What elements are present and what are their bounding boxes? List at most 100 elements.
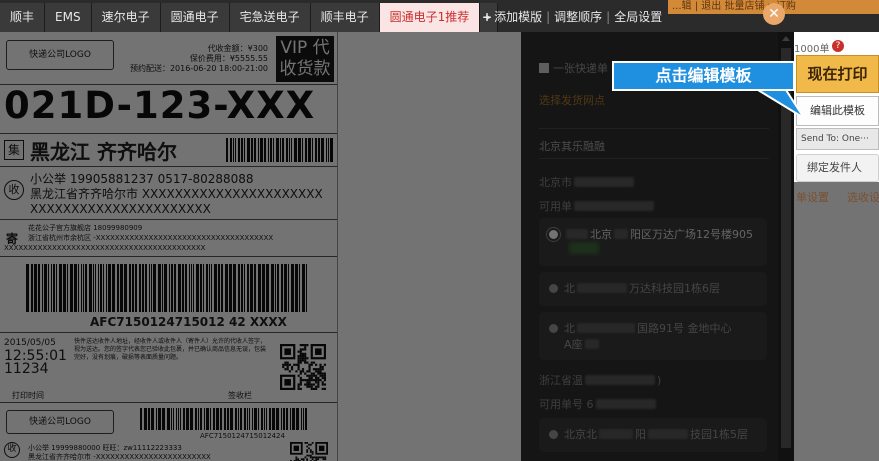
barcode-bar — [233, 264, 236, 312]
barcode-bar — [145, 264, 147, 312]
send-to-dropdown[interactable]: Send To: One··· — [796, 128, 879, 150]
single-waybill-checkbox[interactable]: 一张快递单 — [539, 60, 608, 76]
reorder-link[interactable]: 调整顺序 — [554, 10, 602, 24]
divider — [0, 256, 337, 257]
divider — [0, 166, 337, 167]
barcode-bar — [301, 408, 302, 430]
barcode-bar — [42, 264, 43, 312]
receive-settings-link[interactable]: 选收设置 — [847, 191, 879, 204]
barcode-bar — [291, 264, 294, 312]
barcode-bar — [167, 408, 170, 430]
bind-sender-dropdown[interactable]: 绑定发件人 — [796, 154, 879, 182]
address-2-prefix: 北 — [564, 282, 575, 295]
barcode-bar — [171, 264, 173, 312]
address-4-mid: 阳 — [635, 428, 646, 441]
barcode-bar — [284, 264, 287, 312]
add-template-link[interactable]: 添加模版 — [494, 10, 542, 24]
barcode-bar — [191, 264, 192, 312]
barcode-bar — [244, 264, 245, 312]
separator: | — [546, 10, 551, 24]
quota-hint: 1000单 — [794, 44, 830, 55]
radio-selected-icon — [549, 230, 558, 239]
barcode-bar — [312, 138, 313, 162]
barcode-bar — [174, 264, 176, 312]
barcode-bar — [247, 408, 248, 430]
appointment-time: 预约配送：2016-06-20 18:00-21:00 — [129, 64, 268, 73]
print-time-sub: 11234 — [4, 361, 49, 377]
tab-yuantong-electronic[interactable]: 圆通电子 — [160, 3, 230, 32]
insured-fee: 保价费用：¥5555.55 — [189, 54, 268, 63]
barcode-bar — [183, 408, 185, 430]
group-city-label: 北京市 — [539, 176, 572, 189]
barcode-bar — [100, 264, 102, 312]
barcode-bar — [275, 264, 276, 312]
tab-yuantong-electronic-1-recommended[interactable]: 圆通电子1推荐 — [379, 3, 481, 32]
barcode-bar — [225, 264, 228, 312]
barcode-bar — [269, 408, 271, 430]
barcode-bar — [173, 408, 174, 430]
address-option-1[interactable]: 北京 阳区万达广场12号楼905 — [539, 218, 767, 266]
barcode-bar — [303, 408, 304, 430]
group2-city-label: 浙江省温 — [539, 374, 583, 387]
vip-cod-badge: VIP 代 收货款 — [276, 36, 334, 82]
barcode-bar — [283, 408, 285, 430]
barcode-bar — [51, 264, 52, 312]
barcode-bar — [294, 138, 297, 162]
tab-shunfeng[interactable]: 顺丰 — [0, 3, 46, 32]
scroll-up-icon[interactable] — [782, 36, 790, 41]
address-4-prefix: 北京北 — [564, 428, 597, 441]
tab-suer-electronic[interactable]: 速尔电子 — [91, 3, 161, 32]
barcode-bar — [95, 264, 96, 312]
barcode-bar — [254, 408, 257, 430]
barcode-bar — [132, 264, 134, 312]
print-date-block: 2015/05/05 12:55:01 11234 — [4, 337, 67, 376]
redacted-text — [577, 323, 635, 333]
barcode-bar — [149, 264, 150, 312]
address-4-text: 技园1栋5层 — [690, 428, 748, 441]
barcode-bar — [306, 264, 307, 312]
barcode-bar — [112, 264, 115, 312]
barcode-bar — [249, 408, 250, 430]
sorting-code: 021D-123-XXX — [4, 84, 316, 127]
barcode-bar — [85, 264, 87, 312]
global-settings-link[interactable]: 全局设置 — [614, 10, 662, 24]
barcode-bar — [209, 264, 210, 312]
barcode-bar — [295, 264, 298, 312]
barcode-bar — [178, 408, 179, 430]
address-option-4[interactable]: 北京北 阳 技园1栋5层 — [539, 418, 767, 452]
help-icon[interactable]: ? — [832, 40, 844, 52]
divider — [0, 402, 337, 403]
barcode-bar — [81, 264, 82, 312]
redacted-text — [574, 201, 654, 211]
destination-barcode — [226, 138, 335, 162]
barcode-bar — [26, 264, 29, 312]
barcode-bar — [106, 264, 107, 312]
tab-shunfeng-electronic[interactable]: 顺丰电子 — [310, 3, 380, 32]
select-site-link[interactable]: 选择发货网点 — [539, 92, 605, 108]
address-1-text: 阳区万达广场12号楼905 — [630, 228, 753, 241]
address-option-2[interactable]: 北 万达科技园1栋6层 — [539, 272, 767, 306]
tab-zhaijisong-electronic[interactable]: 宅急送电子 — [229, 3, 311, 32]
address-option-3[interactable]: 北 国路91号 金地中心 A座 — [539, 312, 767, 360]
group2-city: 浙江省温) — [539, 372, 661, 388]
barcode-bar — [204, 408, 205, 430]
close-icon[interactable]: ✕ — [763, 3, 785, 25]
barcode-bar — [70, 264, 73, 312]
barcode-bar — [240, 408, 242, 430]
barcode-bar — [276, 138, 279, 162]
barcode-bar — [238, 408, 239, 430]
barcode-bar — [148, 408, 150, 430]
qr-code-2 — [290, 442, 328, 461]
group2-available: 可用单号 6 — [539, 396, 658, 412]
barcode-bar — [103, 264, 104, 312]
barcode-bar — [221, 264, 223, 312]
barcode-bar — [169, 264, 170, 312]
sender-address-line2: XXXXXXXXXXXXXXXXXXXXXXXXXXXXXXXXXXXXXXXX… — [4, 244, 206, 252]
tab-ems[interactable]: EMS — [45, 3, 92, 32]
divider — [539, 128, 769, 129]
barcode-bar — [220, 408, 222, 430]
waybill-settings-link[interactable]: 单设置 — [796, 191, 829, 204]
barcode-bar — [142, 264, 144, 312]
cod-line: 收货款 — [279, 59, 331, 79]
barcode-bar — [171, 408, 172, 430]
